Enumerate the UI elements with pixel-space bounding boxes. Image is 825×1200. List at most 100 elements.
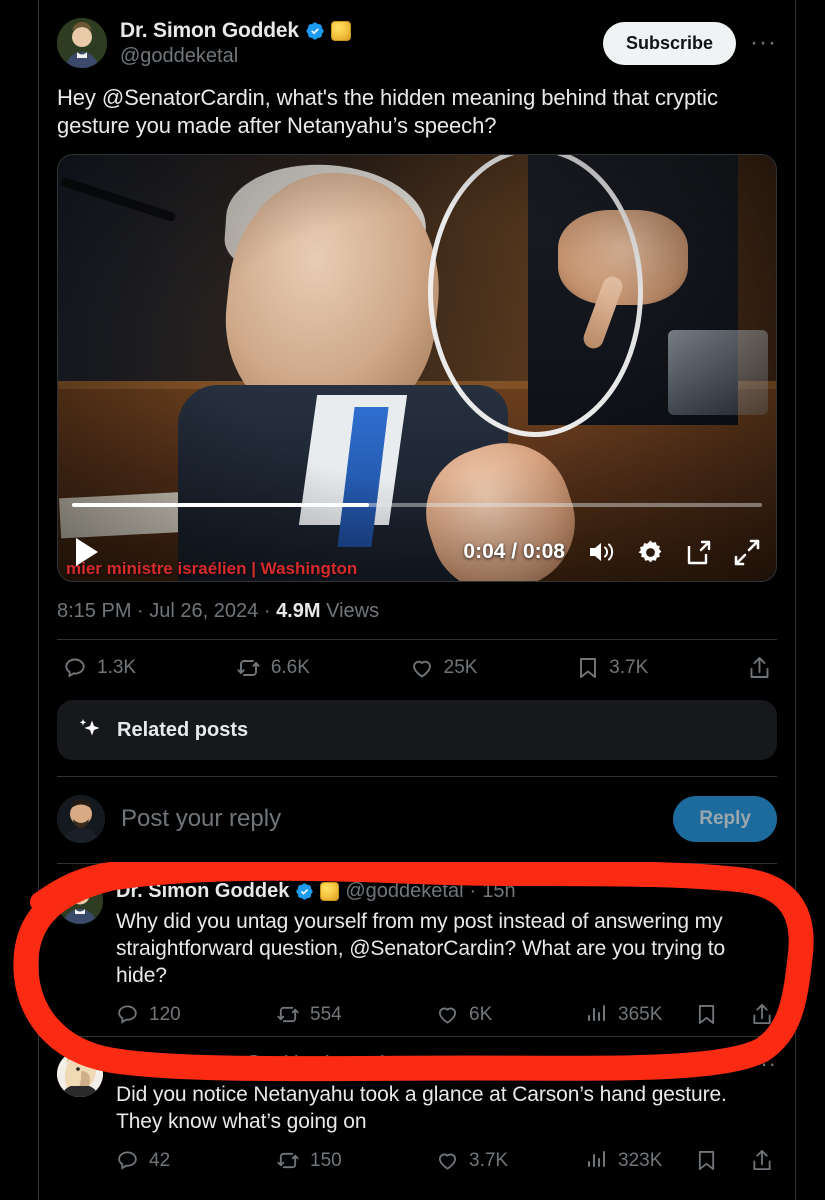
play-icon[interactable] — [74, 537, 100, 567]
verified-badge-icon — [306, 21, 324, 40]
like-count: 25K — [443, 657, 478, 678]
reply-views-count: 365K — [618, 1003, 663, 1025]
author-display-name[interactable]: Dr. Simon Goddek — [120, 19, 299, 43]
related-posts-box[interactable]: Related posts — [57, 700, 777, 760]
heart-icon — [412, 660, 431, 678]
gold-coin-emoji — [320, 881, 340, 901]
reply-like-action[interactable]: 6K — [436, 1003, 586, 1026]
heart-icon — [438, 1007, 457, 1024]
reply-input[interactable]: Post your reply — [121, 805, 673, 833]
reply-share-action[interactable] — [751, 1003, 773, 1026]
post-views-label: Views — [326, 600, 380, 622]
reply-item[interactable]: Dr. Simon Goddek @goddeketal · 15h ··· W… — [57, 864, 777, 1036]
video-progress-bar[interactable] — [72, 503, 762, 507]
reply-action-bar: 42 150 3.7K 323K — [116, 1149, 777, 1172]
volume-icon[interactable] — [587, 539, 615, 565]
picture-in-picture-icon[interactable] — [686, 539, 712, 566]
gold-coin-emoji — [330, 20, 351, 41]
reply-timestamp: 11h — [359, 1052, 392, 1075]
reply-repost-count: 150 — [310, 1149, 342, 1171]
reply-header: Zaki Sorja @zakisotja · 11h ··· — [116, 1051, 777, 1077]
reply-repost-count: 554 — [310, 1003, 342, 1025]
share-icon — [753, 1150, 771, 1171]
reply-reply-action[interactable]: 42 — [116, 1149, 276, 1172]
author-handle[interactable]: @goddeketal — [120, 45, 603, 68]
current-user-avatar[interactable] — [57, 795, 105, 843]
reply-count: 1.3K — [97, 657, 137, 678]
analytics-icon — [588, 1005, 605, 1021]
reply-reply-action[interactable]: 120 — [116, 1003, 276, 1026]
reply-bookmark-action[interactable] — [696, 1003, 717, 1026]
gear-icon[interactable] — [637, 539, 664, 566]
reply-text: Did you notice Netanyahu took a glance a… — [116, 1083, 727, 1133]
reply-separator: · — [469, 879, 477, 902]
bookmark-action[interactable]: 3.7K — [577, 656, 648, 680]
author-meta: Dr. Simon Goddek @goddeketal — [120, 19, 603, 68]
reply-views-action[interactable]: 323K — [586, 1149, 696, 1172]
reply-more-options-icon[interactable]: ··· — [752, 1051, 777, 1077]
tweet-screenshot: Dr. Simon Goddek @goddeketal Subscribe ·… — [0, 0, 825, 1200]
repost-action[interactable]: 6.6K — [236, 656, 310, 680]
reply-handle[interactable]: @goddeketal — [345, 880, 463, 903]
meta-sep-1: · — [137, 600, 144, 622]
reply-icon — [118, 1151, 137, 1170]
bookmark-icon — [698, 1005, 715, 1024]
right-rail-divider — [795, 0, 796, 1200]
reply-item[interactable]: Zaki Sorja @zakisotja · 11h ··· Did you … — [57, 1037, 777, 1182]
post-author-row: Dr. Simon Goddek @goddeketal Subscribe ·… — [57, 0, 777, 72]
reply-views-count: 323K — [618, 1149, 663, 1171]
author-name-line: Dr. Simon Goddek — [120, 19, 603, 43]
bookmark-count: 3.7K — [609, 657, 649, 678]
video-controls: 0:04 / 0:08 — [58, 537, 776, 567]
reply-reply-count: 120 — [149, 1003, 181, 1025]
post-action-bar: 1.3K 6.6K 25K 3.7K — [57, 640, 777, 696]
post-more-options-icon[interactable]: ··· — [750, 31, 777, 55]
reply-composer: Post your reply Reply — [57, 777, 777, 863]
reply-body: Dr. Simon Goddek @goddeketal · 15h ··· W… — [116, 878, 777, 1026]
meta-sep-2: · — [263, 600, 271, 622]
share-icon — [750, 657, 769, 678]
reply-avatar[interactable] — [57, 1051, 103, 1097]
post-views-count: 4.9M — [276, 600, 321, 622]
reply-display-name[interactable]: Zaki Sorja — [116, 1053, 212, 1076]
bookmark-icon — [580, 658, 597, 678]
reply-display-name[interactable]: Dr. Simon Goddek — [116, 880, 289, 903]
video-time-display: 0:04 / 0:08 — [463, 540, 565, 563]
analytics-icon — [588, 1151, 605, 1167]
reply-handle[interactable]: @zakisotja — [243, 1053, 341, 1076]
verified-badge-icon — [218, 1055, 236, 1073]
share-icon — [753, 1004, 771, 1025]
video-player[interactable]: mier ministre israélien | Washington 0:0… — [57, 154, 777, 582]
author-avatar[interactable] — [57, 18, 107, 68]
video-controls-right: 0:04 / 0:08 — [463, 539, 760, 566]
post-date: Jul 26, 2024 — [149, 600, 259, 622]
fullscreen-icon[interactable] — [734, 539, 760, 566]
reply-body: Zaki Sorja @zakisotja · 11h ··· Did you … — [116, 1051, 777, 1172]
reply-views-action[interactable]: 365K — [586, 1003, 696, 1026]
reply-more-options-icon[interactable]: ··· — [752, 878, 777, 904]
reply-action-bar: 120 554 6K 365K — [116, 1003, 777, 1026]
reply-icon — [118, 1005, 137, 1024]
reply-text: Why did you untag yourself from my post … — [116, 910, 726, 987]
repost-icon — [277, 1006, 299, 1023]
related-posts-label: Related posts — [117, 718, 249, 741]
post-text: Hey @SenatorCardin, what's the hidden me… — [57, 85, 718, 138]
reply-like-count: 3.7K — [469, 1149, 509, 1171]
subscribe-button[interactable]: Subscribe — [602, 21, 737, 65]
video-frame — [58, 155, 776, 581]
reply-repost-action[interactable]: 150 — [276, 1149, 436, 1172]
reply-repost-action[interactable]: 554 — [276, 1003, 436, 1026]
reply-like-action[interactable]: 3.7K — [436, 1149, 586, 1172]
reply-submit-button[interactable]: Reply — [673, 796, 777, 842]
repost-icon — [277, 1152, 299, 1169]
reply-share-action[interactable] — [751, 1149, 773, 1172]
reply-like-count: 6K — [469, 1003, 493, 1025]
reply-header: Dr. Simon Goddek @goddeketal · 15h ··· — [116, 878, 777, 904]
verified-badge-icon — [296, 882, 313, 900]
share-action[interactable] — [748, 656, 771, 680]
reply-bookmark-action[interactable] — [696, 1149, 717, 1172]
reply-action[interactable]: 1.3K — [63, 656, 136, 680]
like-action[interactable]: 25K — [410, 656, 478, 680]
reply-avatar[interactable] — [57, 878, 103, 924]
heart-icon — [438, 1153, 457, 1170]
